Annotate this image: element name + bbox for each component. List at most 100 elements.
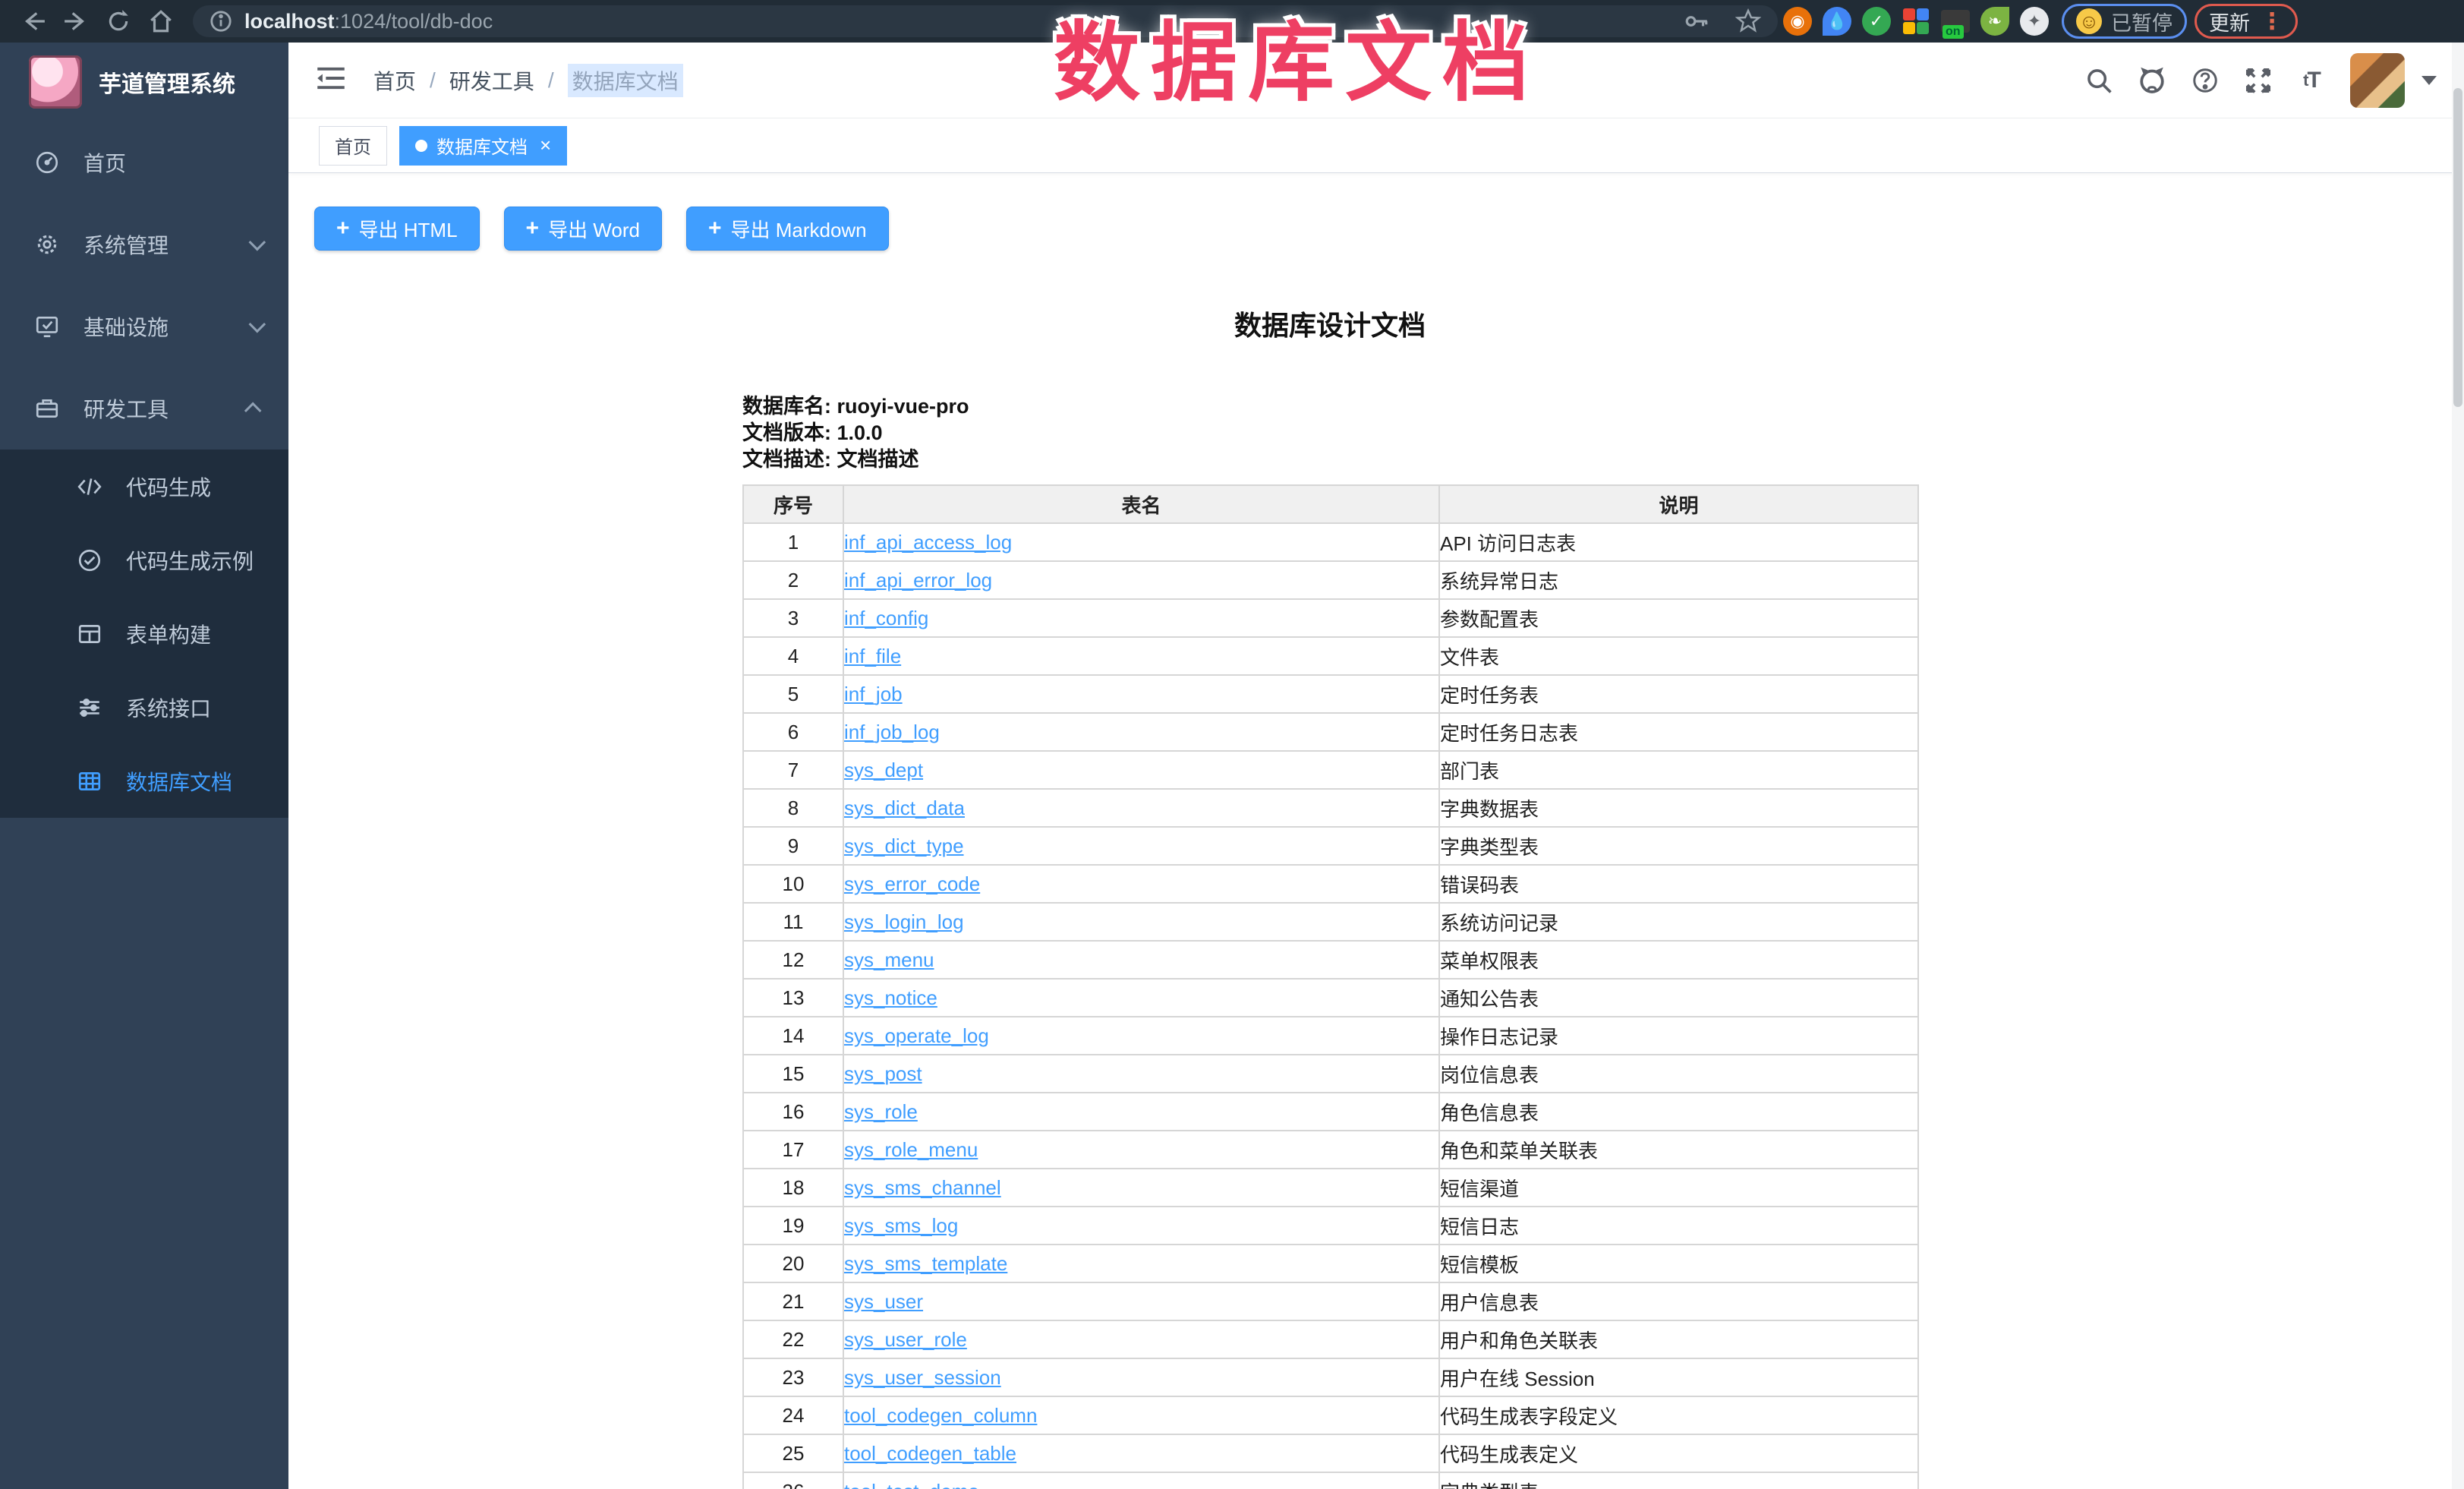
table-name-link[interactable]: sys_sms_channel <box>844 1176 1001 1199</box>
table-description: 角色和菜单关联表 <box>1439 1131 1918 1169</box>
table-name-link[interactable]: sys_sms_log <box>844 1214 958 1237</box>
sidebar-item-dev-tools[interactable]: 研发工具 <box>0 368 288 450</box>
scrollbar-thumb[interactable] <box>2453 88 2462 407</box>
row-index: 18 <box>743 1169 843 1207</box>
sidebar-item-code-generation[interactable]: 代码生成 <box>0 450 288 523</box>
page-scrollbar[interactable] <box>2452 43 2464 1489</box>
table-name-link[interactable]: sys_login_log <box>844 910 964 933</box>
home-icon[interactable] <box>140 5 182 38</box>
export-html-button[interactable]: + 导出 HTML <box>314 207 480 251</box>
breadcrumb: 首页 / 研发工具 / 数据库文档 <box>373 64 683 97</box>
table-name-link[interactable]: sys_dept <box>844 759 923 781</box>
extension-camera-icon[interactable]: ◉ <box>1778 5 1817 38</box>
code-icon <box>73 474 106 500</box>
sidebar-item-system[interactable]: 系统管理 <box>0 203 288 285</box>
table-row: 5 inf_job 定时任务表 <box>743 675 1918 713</box>
table-description: 代码生成表字段定义 <box>1439 1396 1918 1434</box>
extension-leaf-icon[interactable]: ❧ <box>1975 5 2015 38</box>
table-name-link[interactable]: sys_operate_log <box>844 1024 989 1047</box>
browser-update-chip[interactable]: 更新 ⋮ <box>2195 4 2298 39</box>
back-icon[interactable] <box>12 5 55 38</box>
sidebar-item-system-api[interactable]: 系统接口 <box>0 670 288 744</box>
tables-overview-table: 序号 表名 说明 1 inf_api_access_log API 访问日志表 <box>742 484 1919 1489</box>
paused-label: 已暂停 <box>2111 7 2173 36</box>
table-name-link[interactable]: sys_error_code <box>844 872 980 895</box>
table-description: 短信渠道 <box>1439 1169 1918 1207</box>
row-index: 16 <box>743 1093 843 1131</box>
table-name-link[interactable]: tool_codegen_column <box>844 1404 1037 1427</box>
table-row: 13 sys_notice 通知公告表 <box>743 979 1918 1017</box>
table-name-link[interactable]: inf_config <box>844 607 928 629</box>
reload-icon[interactable] <box>97 5 140 38</box>
table-header-row: 序号 表名 说明 <box>743 485 1918 523</box>
fullscreen-icon[interactable] <box>2232 66 2285 95</box>
row-index: 24 <box>743 1396 843 1434</box>
row-index: 22 <box>743 1320 843 1358</box>
table-name-link[interactable]: inf_job_log <box>844 721 940 743</box>
table-name-link[interactable]: sys_role <box>844 1100 918 1123</box>
row-index: 23 <box>743 1358 843 1396</box>
col-header-name: 表名 <box>843 485 1439 523</box>
row-index: 2 <box>743 561 843 599</box>
table-name-link[interactable]: sys_sms_template <box>844 1252 1007 1275</box>
search-icon[interactable] <box>2072 66 2125 95</box>
table-name-link[interactable]: inf_file <box>844 645 901 667</box>
sidebar-item-infrastructure[interactable]: 基础设施 <box>0 285 288 368</box>
extension-puzzle-icon[interactable]: ✦ <box>2015 5 2054 38</box>
breadcrumb-home[interactable]: 首页 <box>373 65 416 96</box>
export-markdown-button[interactable]: + 导出 Markdown <box>686 207 889 251</box>
table-description: 文件表 <box>1439 637 1918 675</box>
extension-drop-icon[interactable]: 💧 <box>1817 5 1857 38</box>
breadcrumb-dev-tools[interactable]: 研发工具 <box>449 65 534 96</box>
bookmark-star-icon[interactable] <box>1735 8 1761 34</box>
table-name-link[interactable]: inf_api_error_log <box>844 569 992 591</box>
table-description: 短信日志 <box>1439 1207 1918 1245</box>
table-name-link[interactable]: sys_user_role <box>844 1328 967 1351</box>
table-name-link[interactable]: sys_dict_type <box>844 834 964 857</box>
help-icon[interactable] <box>2179 66 2232 95</box>
table-row: 22 sys_user_role 用户和角色关联表 <box>743 1320 1918 1358</box>
row-index: 20 <box>743 1245 843 1282</box>
extension-grid-icon[interactable] <box>1896 5 1936 38</box>
logo-rabbit-image <box>29 55 82 109</box>
table-name-link[interactable]: sys_menu <box>844 948 934 971</box>
table-description: 通知公告表 <box>1439 979 1918 1017</box>
tag-close-icon[interactable]: × <box>540 134 551 157</box>
github-icon[interactable] <box>2125 65 2179 96</box>
sidebar-item-form-builder[interactable]: 表单构建 <box>0 597 288 670</box>
forward-icon[interactable] <box>55 5 97 38</box>
collapse-sidebar-icon[interactable] <box>316 65 346 96</box>
user-avatar[interactable] <box>2350 53 2405 108</box>
font-size-icon[interactable]: tT <box>2285 68 2338 93</box>
tag-home[interactable]: 首页 <box>319 126 387 166</box>
site-info-icon[interactable] <box>210 10 232 33</box>
table-name-link[interactable]: sys_post <box>844 1062 922 1085</box>
table-name-link[interactable]: tool_codegen_table <box>844 1442 1016 1465</box>
table-name-link[interactable]: tool_test_demo <box>844 1480 979 1489</box>
app-logo[interactable]: 芋道管理系统 <box>0 43 288 121</box>
table-name-link[interactable]: sys_role_menu <box>844 1138 978 1161</box>
table-name-link[interactable]: sys_dict_data <box>844 797 965 819</box>
table-name-link[interactable]: sys_notice <box>844 986 937 1009</box>
extension-check-icon[interactable]: ✓ <box>1857 5 1896 38</box>
table-description: 定时任务表 <box>1439 675 1918 713</box>
table-row: 23 sys_user_session 用户在线 Session <box>743 1358 1918 1396</box>
table-name-link[interactable]: sys_user <box>844 1290 923 1313</box>
export-word-button[interactable]: + 导出 Word <box>504 207 662 251</box>
sidebar-item-home[interactable]: 首页 <box>0 121 288 203</box>
table-name-link[interactable]: sys_user_session <box>844 1366 1001 1389</box>
address-bar[interactable]: localhost:1024/tool/db-doc <box>193 5 1778 37</box>
table-row: 24 tool_codegen_column 代码生成表字段定义 <box>743 1396 1918 1434</box>
browser-menu-icon[interactable]: ⋮ <box>2261 8 2283 35</box>
extension-switch-on-icon[interactable] <box>1936 5 1975 38</box>
table-name-link[interactable]: inf_job <box>844 683 903 705</box>
tag-db-doc[interactable]: 数据库文档 × <box>399 126 567 166</box>
table-name-link[interactable]: inf_api_access_log <box>844 531 1012 554</box>
password-key-icon[interactable] <box>1684 8 1709 34</box>
table-row: 9 sys_dict_type 字典类型表 <box>743 827 1918 865</box>
sidebar-item-code-gen-example[interactable]: 代码生成示例 <box>0 523 288 597</box>
paused-extension-chip[interactable]: ☺ 已暂停 <box>2062 4 2187 39</box>
avatar-caret-down-icon[interactable] <box>2421 76 2437 85</box>
sidebar-item-db-doc[interactable]: 数据库文档 <box>0 744 288 818</box>
document-title: 数据库设计文档 <box>742 304 1917 343</box>
